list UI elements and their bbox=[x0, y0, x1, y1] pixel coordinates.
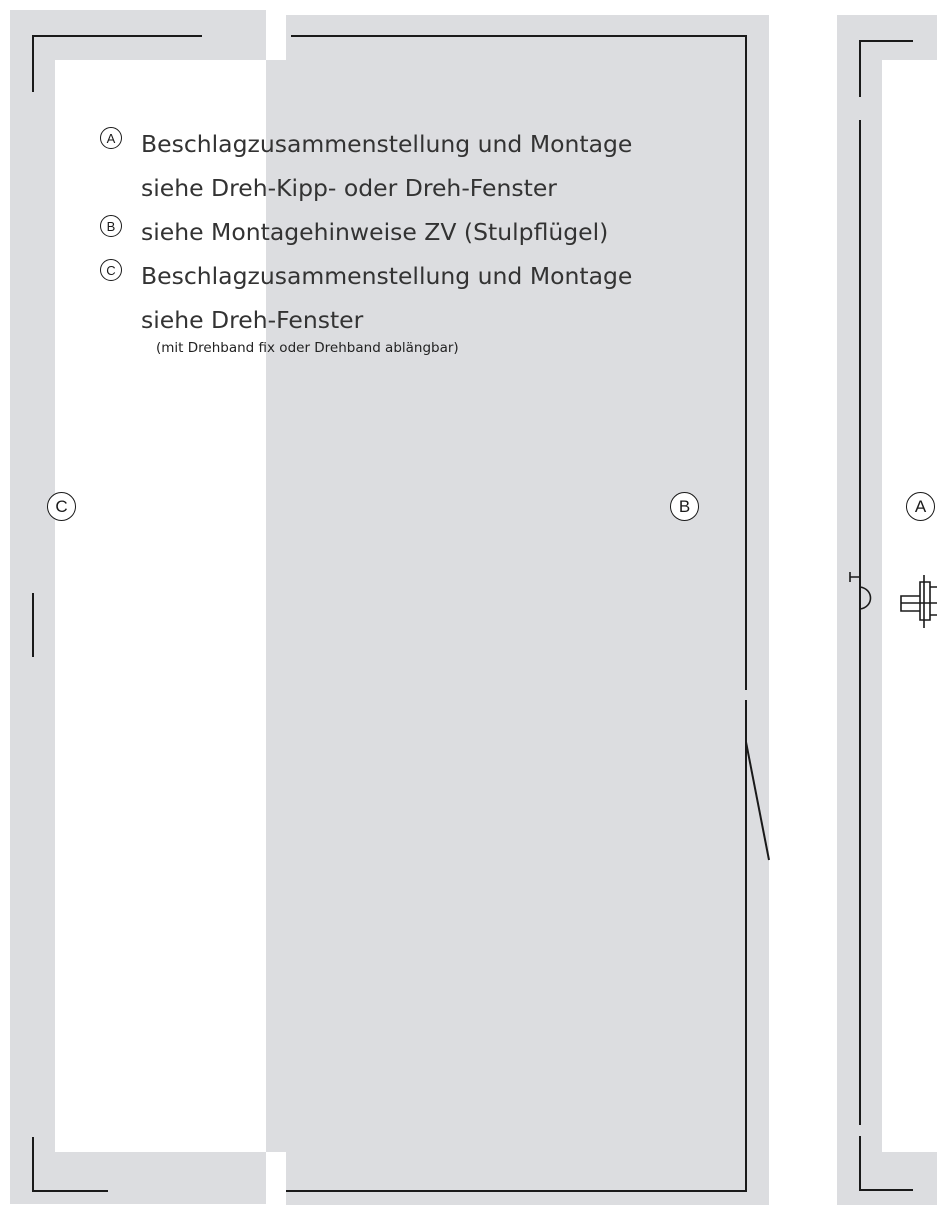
legend-note: (mit Drehband fix oder Drehband ablängba… bbox=[156, 340, 459, 356]
legend-b-line-1: siehe Montagehinweise ZV (Stulpflügel) bbox=[141, 218, 609, 246]
left-sash-frame-bottom-band bbox=[286, 1152, 769, 1205]
right-sash-frame bbox=[837, 15, 937, 1205]
legend-text-a: Beschlagzusammenstellung und Montage sie… bbox=[141, 122, 632, 210]
legend: A Beschlagzusammenstellung und Montage s… bbox=[100, 122, 710, 356]
legend-c-line-2: siehe Dreh-Fenster bbox=[141, 306, 364, 334]
left-sash-frame-top-band bbox=[286, 15, 769, 60]
legend-text-c: Beschlagzusammenstellung und Montage sie… bbox=[141, 254, 632, 342]
legend-item-a: A Beschlagzusammenstellung und Montage s… bbox=[100, 122, 710, 210]
legend-item-b: B siehe Montagehinweise ZV (Stulpflügel) bbox=[100, 210, 710, 254]
legend-text-b: siehe Montagehinweise ZV (Stulpflügel) bbox=[141, 210, 608, 254]
center-sash-marker: B bbox=[670, 492, 699, 521]
right-sash-marker: A bbox=[906, 492, 935, 521]
right-sash-frame-bottom-band bbox=[837, 1152, 937, 1205]
left-sash-marker: C bbox=[47, 492, 76, 521]
legend-item-c: C Beschlagzusammenstellung und Montage s… bbox=[100, 254, 710, 342]
marker-b: B bbox=[100, 215, 122, 237]
legend-a-line-2: siehe Dreh-Kipp- oder Dreh-Fenster bbox=[141, 174, 557, 202]
legend-c-line-1: Beschlagzusammenstellung und Montage bbox=[141, 262, 633, 290]
marker-c: C bbox=[100, 259, 122, 281]
right-sash-inner-white bbox=[882, 60, 937, 1152]
legend-a-line-1: Beschlagzusammenstellung und Montage bbox=[141, 130, 633, 158]
marker-a: A bbox=[100, 127, 122, 149]
